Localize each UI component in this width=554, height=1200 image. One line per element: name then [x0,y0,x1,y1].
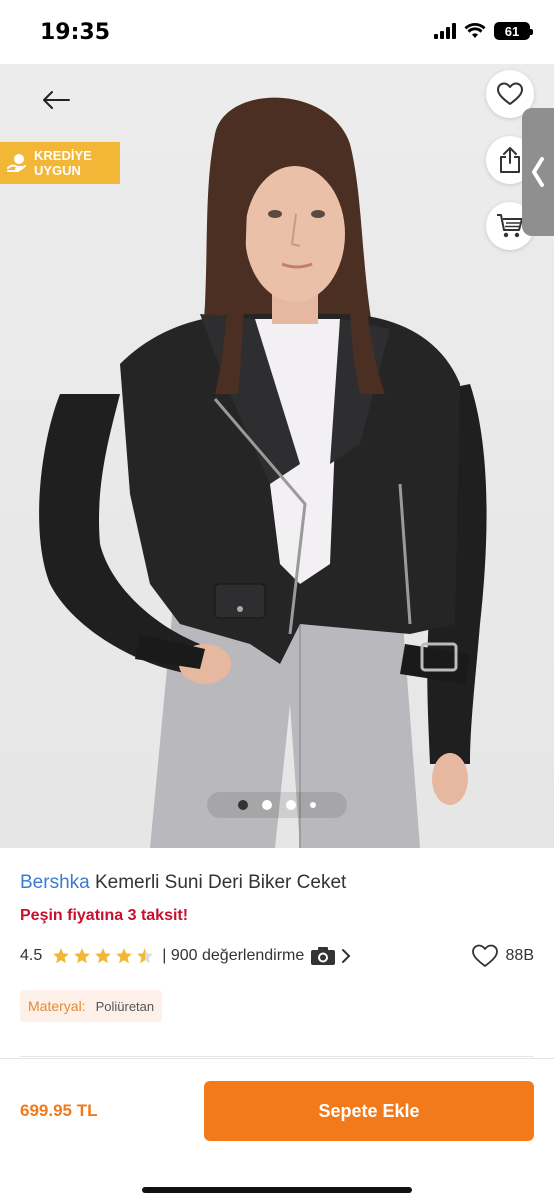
credit-badge-label: KREDİYE UYGUN [34,148,92,178]
divider [20,1056,534,1057]
rating-stars [52,947,154,965]
wifi-icon [464,23,486,38]
status-bar: 19:35 61 [0,0,554,64]
material-value: Poliüretan [95,998,155,1014]
hand-coin-icon [7,154,26,172]
material-label: Materyal: [28,998,86,1014]
price: 699.95 TL [20,1101,98,1120]
status-time: 19:35 [40,20,111,45]
signal-icon [434,23,456,39]
bottom-action-bar: 699.95 TL Sepete Ekle [0,1058,554,1200]
rating-value: 4.5 [20,947,43,964]
carousel-dot[interactable] [286,800,296,810]
star-icon [95,948,112,964]
share-icon [500,147,520,173]
heart-icon [497,82,523,105]
carousel-dot[interactable] [310,802,316,808]
home-indicator[interactable] [142,1187,412,1193]
battery-icon: 61 [494,22,533,40]
chevron-left-icon [532,157,544,187]
camera-icon [311,947,336,965]
carousel-dot[interactable] [238,800,248,810]
shopping-cart-icon [497,214,523,238]
chevron-right-icon[interactable] [340,948,352,964]
product-name: Kemerli Suni Deri Biker Ceket [94,872,347,893]
carousel-indicator[interactable] [207,792,347,818]
credit-eligible-badge: KREDİYE UYGUN [0,142,120,184]
installment-promo: Peşin fiyatına 3 taksit! [20,907,189,924]
star-icon [74,948,91,964]
material-tag: Materyal: Poliüretan [20,990,163,1022]
add-to-cart-button[interactable]: Sepete Ekle [204,1081,534,1141]
rating-row: 4.5 | 900 değerlendirme 88B [20,944,534,968]
favorite-count-group[interactable]: 88B [471,944,534,968]
product-title: Bershka Kemerli Suni Deri Biker Ceket [20,872,346,894]
product-image-carousel[interactable]: KREDİYE UYGUN [0,64,554,848]
heart-icon [471,944,498,967]
star-icon [53,948,70,964]
brand-link[interactable]: Bershka [20,872,90,893]
back-button[interactable] [34,78,78,122]
product-detail-page: 19:35 61 KREDİYE UYGUN Bershka Kemerli S… [0,0,554,1200]
arrow-left-icon [43,91,70,109]
side-panel-handle[interactable] [522,108,554,236]
star-icon [116,948,133,964]
review-count-link[interactable]: | 900 değerlendirme [162,947,304,965]
half-star-icon [137,948,154,964]
carousel-dot[interactable] [262,800,272,810]
status-icons: 61 [434,22,533,40]
favorite-count: 88B [505,947,534,964]
